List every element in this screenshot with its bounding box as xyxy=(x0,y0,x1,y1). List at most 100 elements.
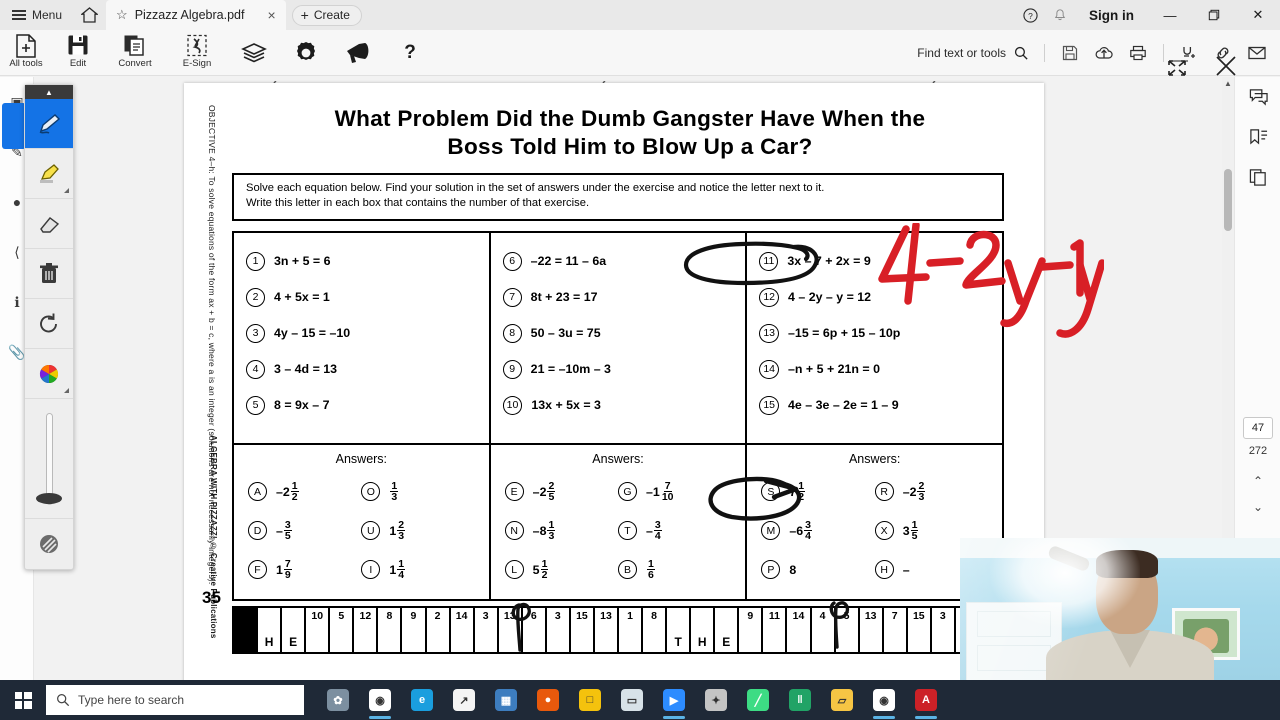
window-restore-button[interactable] xyxy=(1192,0,1236,30)
strip-cell: 6 xyxy=(523,608,547,652)
save-button[interactable] xyxy=(1053,36,1087,70)
highlighter-icon xyxy=(40,163,59,183)
expand-icon xyxy=(1168,60,1186,76)
email-button[interactable] xyxy=(1240,36,1274,70)
rail-selection-indicator xyxy=(2,103,26,149)
delete-tool-button[interactable] xyxy=(25,249,73,299)
taskbar-app-paint-3d[interactable]: ✿ xyxy=(318,680,358,720)
next-page-button[interactable]: ⌄ xyxy=(1235,495,1280,519)
strip-cell: 13 xyxy=(595,608,619,652)
answer-item: T –3 4 xyxy=(618,511,731,550)
problem-equation: 3x – 7 + 2x = 9 xyxy=(787,254,871,268)
taskbar-app-screen-share[interactable]: ✦ xyxy=(696,680,736,720)
taskbar-app-microsoft-edge[interactable]: e xyxy=(402,680,442,720)
thickness-slider[interactable] xyxy=(25,399,73,519)
eraser-tool-button[interactable] xyxy=(25,199,73,249)
all-tools-label: All tools xyxy=(9,58,43,69)
strip-cell: 13 xyxy=(499,608,523,652)
print-icon xyxy=(1130,45,1146,61)
help-question-icon: ? xyxy=(404,42,416,63)
strip-number: 12 xyxy=(359,610,372,622)
pages-icon xyxy=(1249,169,1266,186)
sign-in-button[interactable]: Sign in xyxy=(1075,8,1148,23)
instructions-line-2: Write this letter in each box that conta… xyxy=(246,197,590,209)
palette-drag-handle[interactable]: ▲ xyxy=(25,85,73,99)
edit-button[interactable]: Edit xyxy=(52,30,104,76)
start-button[interactable] xyxy=(0,680,46,720)
scroll-up-arrow[interactable]: ▲ xyxy=(1222,77,1234,90)
notifications-button[interactable] xyxy=(1045,0,1075,30)
divider xyxy=(1044,44,1045,62)
file-explorer-icon: ▱ xyxy=(831,689,853,711)
answer-item: S 712 xyxy=(761,472,874,511)
taskbar-search-box[interactable]: Type here to search xyxy=(46,685,304,715)
create-button[interactable]: + Create xyxy=(291,4,362,26)
color-picker-button[interactable] xyxy=(25,349,73,399)
taskbar-app-notebook[interactable]: ▭ xyxy=(612,680,652,720)
problem-item: 12 4 – 2y – y = 12 xyxy=(759,279,1002,315)
pen-tool-palette[interactable]: ▲ xyxy=(24,84,74,570)
help-button[interactable]: ? xyxy=(1015,0,1045,30)
taskbar-app-file-explorer[interactable]: ▱ xyxy=(822,680,862,720)
taskbar-app-spreadsheet[interactable]: ‖ xyxy=(780,680,820,720)
taskbar-app-pen-app[interactable]: ╱ xyxy=(738,680,778,720)
previous-page-button[interactable]: ⌃ xyxy=(1235,469,1280,493)
strip-cell: 5 xyxy=(330,608,355,652)
tab-close-icon[interactable]: × xyxy=(267,7,275,23)
help-tool-button[interactable]: ? xyxy=(384,30,436,76)
print-button[interactable] xyxy=(1121,36,1155,70)
answer-letter: A xyxy=(248,482,267,501)
pages-panel-button[interactable] xyxy=(1235,157,1280,197)
opacity-tool-button[interactable] xyxy=(25,519,73,569)
scrollbar-thumb[interactable] xyxy=(1224,169,1232,231)
pen-icon xyxy=(39,113,61,134)
answer-letter: X xyxy=(874,521,894,540)
worksheet-page-number: 35 xyxy=(202,588,221,607)
home-button[interactable] xyxy=(72,0,106,30)
current-page-input[interactable]: 47 xyxy=(1243,417,1273,439)
e-sign-button[interactable]: E-Sign xyxy=(166,30,228,76)
problem-number: 6 xyxy=(502,251,522,271)
announcements-button[interactable] xyxy=(332,30,384,76)
document-tab[interactable]: ☆ Pizzazz Algebra.pdf × xyxy=(106,0,286,30)
spreadsheet-icon: ‖ xyxy=(789,689,811,711)
menu-button[interactable]: Menu xyxy=(0,0,72,30)
taskbar-app-google-chrome[interactable]: ◉ xyxy=(360,680,400,720)
convert-button[interactable]: Convert xyxy=(104,30,166,76)
window-minimize-button[interactable]: — xyxy=(1148,0,1192,30)
title-line-1: What Problem Did the Dumb Gangster Have … xyxy=(334,106,926,131)
home-icon xyxy=(80,7,98,23)
taskbar-app-calculator[interactable]: ▦ xyxy=(486,680,526,720)
answer-value: 712 xyxy=(789,480,806,503)
taskbar-app-mozilla-firefox[interactable]: ● xyxy=(528,680,568,720)
undo-tool-button[interactable] xyxy=(25,299,73,349)
problem-number: 7 xyxy=(502,287,522,307)
strip-number: 6 xyxy=(530,610,537,622)
taskbar-app-chrome-window[interactable]: ◉ xyxy=(864,680,904,720)
pen-tool-button[interactable] xyxy=(25,99,73,149)
problem-list: 11 3x – 7 + 2x = 9 12 4 – 2y – y = 12 13 –15 … xyxy=(747,233,1002,443)
answer-item: P8 xyxy=(761,550,874,589)
google-chrome-icon: ◉ xyxy=(369,689,391,711)
taskbar-app-sticky-notes[interactable]: □ xyxy=(570,680,610,720)
organize-pages-button[interactable] xyxy=(228,30,280,76)
webcam-overlay xyxy=(960,538,1280,682)
taskbar-app-excel-chart[interactable]: ↗ xyxy=(444,680,484,720)
all-tools-button[interactable]: All tools xyxy=(0,30,52,76)
highlighter-tool-button[interactable] xyxy=(25,149,73,199)
answer-value: 512 xyxy=(532,558,549,581)
upload-button[interactable] xyxy=(1087,36,1121,70)
running-indicator xyxy=(369,716,391,719)
settings-button[interactable] xyxy=(280,30,332,76)
window-close-button[interactable]: ✕ xyxy=(1236,0,1280,30)
taskbar-app-zoom[interactable]: ▶ xyxy=(654,680,694,720)
eraser-icon xyxy=(40,216,60,233)
problem-column-1: 1 3n + 5 = 6 2 4 + 5x = 1 3 4y – 15 = –10 4 3 –… xyxy=(234,233,491,599)
comment-panel-button[interactable] xyxy=(1235,77,1280,117)
bookmark-panel-button[interactable] xyxy=(1235,117,1280,157)
strip-number: 3 xyxy=(554,610,561,622)
slider-thumb[interactable] xyxy=(36,493,62,504)
taskbar-app-adobe-acrobat[interactable]: A xyxy=(906,680,946,720)
find-field[interactable]: Find text or tools xyxy=(917,46,1036,60)
strip-letter: T xyxy=(674,635,682,649)
